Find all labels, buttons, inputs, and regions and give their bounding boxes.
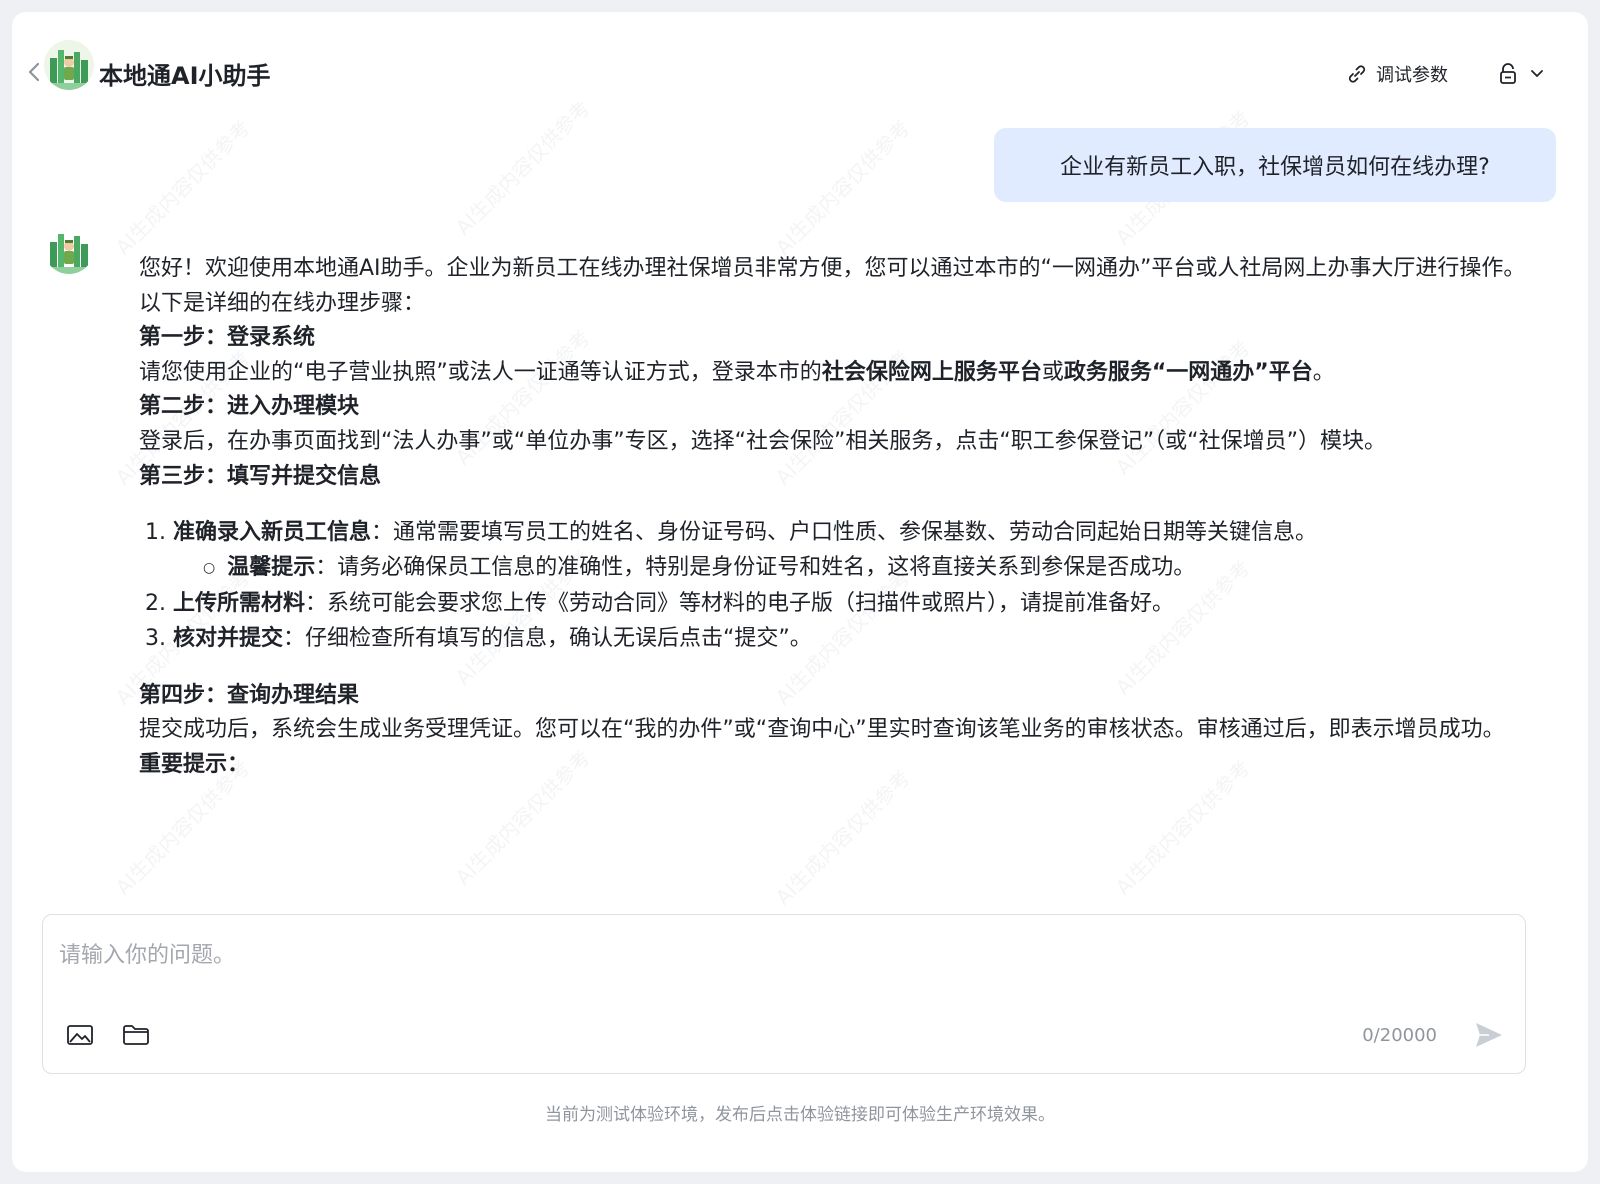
city-logo-icon: [44, 40, 94, 90]
city-logo-icon: [44, 224, 94, 274]
step-text-segment: 或: [1041, 359, 1064, 385]
step-text-segment: 请您使用企业的“电子营业执照”或法人一证通等认证方式，登录本市的: [139, 359, 822, 385]
chat-window: 本地通AI小助手 调试参数 AI生成内容仅供参考 AI生成内容仅供参考 AI生成…: [12, 12, 1588, 1172]
question-input[interactable]: [59, 937, 1499, 977]
list-item-text: ：系统可能会要求您上传《劳动合同》等材料的电子版（扫描件或照片），请提前准备好。: [305, 591, 1175, 617]
watermark-text: AI生成内容仅供参考: [110, 115, 255, 260]
header: 本地通AI小助手 调试参数: [12, 12, 1588, 122]
chat-input-box: 0/20000: [42, 914, 1526, 1074]
step-text-segment: 。: [1312, 359, 1335, 385]
step-heading: 第一步：登录系统: [139, 325, 316, 351]
step-heading: 第二步：进入办理模块: [139, 394, 360, 420]
lock-icon: [1500, 63, 1516, 84]
step-text: 提交成功后，系统会生成业务受理凭证。您可以在“我的办件”或“查询中心”里实时查询…: [139, 717, 1505, 743]
answer-lead: 以下是详细的在线办理步骤：: [139, 290, 426, 316]
chevron-left-icon: [28, 62, 40, 82]
important-heading: 重要提示：: [139, 751, 250, 777]
debug-params-button[interactable]: 调试参数: [1346, 60, 1448, 88]
assistant-avatar: [44, 40, 94, 90]
list-item-title: 准确录入新员工信息: [173, 520, 372, 546]
send-icon: [1476, 1023, 1502, 1047]
step-heading: 第三步：填写并提交信息: [139, 463, 382, 489]
list-item: 核对并提交：仔细检查所有填写的信息，确认无误后点击“提交”。: [173, 622, 1549, 657]
assistant-avatar: [44, 224, 94, 274]
step-text: 请您使用企业的“电子营业执照”或法人一证通等认证方式，登录本市的社会保险网上服务…: [139, 356, 1549, 391]
upload-file-button[interactable]: [121, 1021, 151, 1049]
list-item: 准确录入新员工信息：通常需要填写员工的姓名、身份证号码、户口性质、参保基数、劳动…: [173, 516, 1549, 587]
step-text-bold: 社会保险网上服务平台: [821, 359, 1042, 385]
list-item-title: 上传所需材料: [173, 591, 306, 617]
list-item-text: ：通常需要填写员工的姓名、身份证号码、户口性质、参保基数、劳动合同起始日期等关键…: [371, 520, 1318, 546]
app-title: 本地通AI小助手: [99, 62, 271, 90]
sub-list: 温馨提示：请务必确保员工信息的准确性，特别是身份证号和姓名，这将直接关系到参保是…: [173, 551, 1549, 588]
watermark-text: AI生成内容仅供参考: [770, 115, 915, 260]
step-text-bold: 政务服务“一网通办”平台: [1063, 359, 1313, 385]
chevron-down-icon: [1531, 70, 1543, 78]
watermark-text: AI生成内容仅供参考: [450, 102, 595, 240]
list-item-title: 核对并提交: [173, 625, 284, 651]
link-icon: [1348, 65, 1366, 83]
step-heading: 第四步：查询办理结果: [139, 682, 360, 708]
privacy-menu-button[interactable]: [1498, 60, 1544, 88]
list-item-text: ：仔细检查所有填写的信息，确认无误后点击“提交”。: [283, 625, 812, 651]
list-item: 温馨提示：请务必确保员工信息的准确性，特别是身份证号和姓名，这将直接关系到参保是…: [203, 551, 1549, 588]
user-message: 企业有新员工入职，社保增员如何在线办理?: [994, 128, 1556, 202]
character-counter: 0/20000: [1362, 1025, 1437, 1046]
answer-intro: 您好！欢迎使用本地通AI助手。企业为新员工在线办理社保增员非常方便，您可以通过本…: [139, 256, 1526, 281]
list-item: 上传所需材料：系统可能会要求您上传《劳动合同》等材料的电子版（扫描件或照片），请…: [173, 587, 1549, 622]
image-icon: [67, 1025, 93, 1045]
environment-notice: 当前为测试体验环境，发布后点击体验链接即可体验生产环境效果。: [545, 1105, 1055, 1125]
folder-icon: [123, 1025, 149, 1045]
upload-image-button[interactable]: [65, 1021, 95, 1049]
debug-params-label: 调试参数: [1376, 65, 1448, 86]
list-item-text: ：请务必确保员工信息的准确性，特别是身份证号和姓名，这将直接关系到参保是否成功。: [315, 554, 1196, 580]
assistant-message: 您好！欢迎使用本地通AI助手。企业为新员工在线办理社保增员非常方便，您可以通过本…: [139, 252, 1549, 922]
step-text: 登录后，在办事页面找到“法人办事”或“单位办事”专区，选择“社会保险”相关服务，…: [139, 428, 1386, 454]
send-button[interactable]: [1471, 1017, 1507, 1053]
list-item-title: 温馨提示: [227, 554, 316, 580]
step-list: 准确录入新员工信息：通常需要填写员工的姓名、身份证号码、户口性质、参保基数、劳动…: [139, 516, 1549, 656]
back-button[interactable]: [22, 60, 46, 84]
